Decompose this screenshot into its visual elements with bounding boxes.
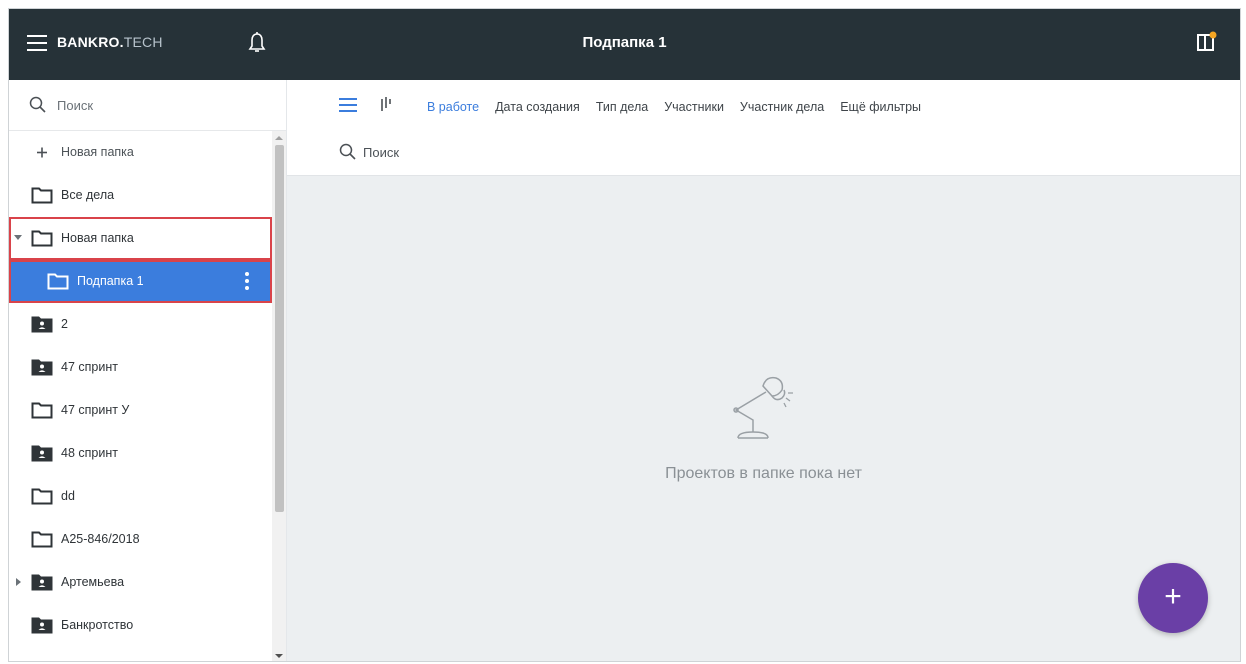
caret-down-icon[interactable] xyxy=(14,234,22,242)
sidebar-scrollbar[interactable] xyxy=(272,131,286,661)
caret-right-icon[interactable] xyxy=(14,578,22,586)
folder-outline-icon xyxy=(31,402,53,419)
filter-tabs: В работе Дата создания Тип дела Участник… xyxy=(427,100,921,114)
empty-state-message: Проектов в папке пока нет xyxy=(665,465,862,482)
tree-item-label: 48 спринт xyxy=(61,446,118,460)
tree-item-new-folder[interactable]: Новая папка xyxy=(9,217,272,260)
filter-in-progress[interactable]: В работе xyxy=(427,100,479,114)
scroll-up-icon[interactable] xyxy=(275,134,283,142)
scroll-thumb[interactable] xyxy=(275,145,284,512)
tree-item-a25[interactable]: А25-846/2018 xyxy=(9,518,272,561)
folder-outline-icon xyxy=(31,187,53,204)
sidebar-search-input[interactable] xyxy=(57,94,257,116)
folder-outline-icon xyxy=(47,273,69,290)
tree-item-dd[interactable]: dd xyxy=(9,475,272,518)
tree-item-label: 47 спринт xyxy=(61,360,118,374)
tree-item-47-sprint[interactable]: 47 спринт xyxy=(9,346,272,389)
filter-case-type[interactable]: Тип дела xyxy=(596,100,648,114)
search-icon xyxy=(339,143,356,160)
top-bar: BANKRO.TECH Подпапка 1 xyxy=(9,9,1240,80)
folder-outline-icon xyxy=(31,488,53,505)
more-options-icon[interactable] xyxy=(244,272,250,290)
tree-item-47-sprint-u[interactable]: 47 спринт У xyxy=(9,389,272,432)
main-search-input[interactable] xyxy=(363,142,663,162)
new-folder-button[interactable]: Новая папка xyxy=(9,131,272,174)
filter-more[interactable]: Ещё фильтры xyxy=(840,100,921,114)
tree-item-label: Банкротство xyxy=(61,618,134,632)
desk-lamp-icon xyxy=(733,376,793,439)
tree-item-all-cases[interactable]: Все дела xyxy=(9,174,272,217)
sidebar: Новая папка Все дела Новая папка По xyxy=(9,80,287,661)
folder-outline-icon xyxy=(31,230,53,247)
tree-item-label: Новая папка xyxy=(61,231,134,245)
tree-item-label: Все дела xyxy=(61,188,115,202)
filter-case-participant[interactable]: Участник дела xyxy=(740,100,824,114)
shared-folder-icon xyxy=(31,617,53,634)
filter-bar: В работе Дата создания Тип дела Участник… xyxy=(287,80,1240,176)
filter-participants[interactable]: Участники xyxy=(664,100,724,114)
tree-item-bankruptcy[interactable]: Банкротство xyxy=(9,604,272,647)
tree-item-artemyeva[interactable]: Артемьева xyxy=(9,561,272,604)
scroll-down-icon[interactable] xyxy=(275,652,283,660)
tree-item-label: dd xyxy=(61,489,75,503)
plus-icon xyxy=(37,147,47,158)
folder-tree: Новая папка Все дела Новая папка Подпапк… xyxy=(9,131,272,647)
list-view-icon[interactable] xyxy=(339,98,357,112)
main-content: В работе Дата создания Тип дела Участник… xyxy=(287,80,1240,661)
sidebar-search xyxy=(9,80,286,131)
panel-toggle-icon[interactable] xyxy=(1196,31,1218,53)
tree-item-label: 2 xyxy=(61,317,68,331)
tree-item-label: Артемьева xyxy=(61,575,125,589)
shared-folder-icon xyxy=(31,316,53,333)
tree-item-label: Новая папка xyxy=(61,145,134,159)
tree-item-48-sprint[interactable]: 48 спринт xyxy=(9,432,272,475)
shared-folder-icon xyxy=(31,574,53,591)
page-title: Подпапка 1 xyxy=(582,34,667,51)
app-window: BANKRO.TECH Подпапка 1 Поиск Новая папка… xyxy=(8,8,1241,662)
tree-item-label: 47 спринт У xyxy=(61,403,130,417)
tree-item-label: Подпапка 1 xyxy=(77,274,144,288)
add-project-button[interactable]: + xyxy=(1138,563,1208,633)
filter-creation-date[interactable]: Дата создания xyxy=(495,100,580,114)
column-view-icon[interactable] xyxy=(379,96,393,112)
search-icon xyxy=(29,96,46,113)
folder-outline-icon xyxy=(31,531,53,548)
tree-item-label: А25-846/2018 xyxy=(61,532,140,546)
tree-item-subfolder-1[interactable]: Подпапка 1 xyxy=(9,260,272,303)
tree-item-2[interactable]: 2 xyxy=(9,303,272,346)
shared-folder-icon xyxy=(31,445,53,462)
shared-folder-icon xyxy=(31,359,53,376)
